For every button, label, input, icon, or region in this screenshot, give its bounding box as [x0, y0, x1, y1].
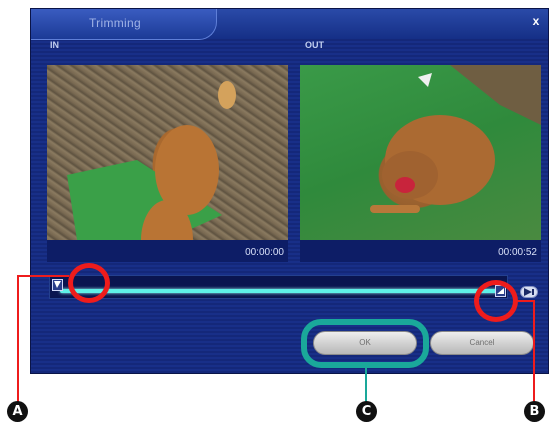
callout-b-line-vertical [533, 300, 535, 402]
dialog-title: Trimming [89, 16, 141, 30]
cancel-button[interactable]: Cancel [430, 331, 534, 355]
close-button[interactable]: x [529, 13, 543, 29]
out-preview-video [300, 65, 541, 240]
skip-forward-icon [524, 288, 534, 296]
callout-a-line-vertical [17, 275, 19, 402]
out-dog-frame [370, 65, 541, 213]
callout-a-line-horizontal [17, 275, 69, 277]
callout-b-badge: B [524, 401, 545, 422]
out-pane-label: OUT [305, 40, 324, 50]
in-marker-icon [54, 281, 61, 288]
callout-a-badge: A [7, 401, 28, 422]
in-dog-frame [67, 81, 236, 240]
in-timecode: 00:00:00 [47, 240, 288, 262]
title-tab: Trimming [31, 9, 217, 40]
callout-b-line-horizontal [515, 300, 533, 302]
callout-a-highlight [68, 263, 110, 303]
callout-c-highlight [301, 319, 429, 368]
in-pane-label: IN [50, 40, 59, 50]
callout-c-line [365, 367, 367, 402]
title-bar: Trimming x [31, 9, 548, 40]
trim-track[interactable] [49, 275, 508, 299]
jump-to-end-button[interactable] [520, 286, 538, 298]
callout-b-highlight [474, 280, 518, 322]
in-preview-video [47, 65, 288, 240]
in-point-marker[interactable] [52, 279, 63, 291]
out-timecode: 00:00:52 [300, 240, 541, 262]
callout-c-badge: C [356, 401, 377, 422]
trim-range-bar [60, 289, 499, 293]
